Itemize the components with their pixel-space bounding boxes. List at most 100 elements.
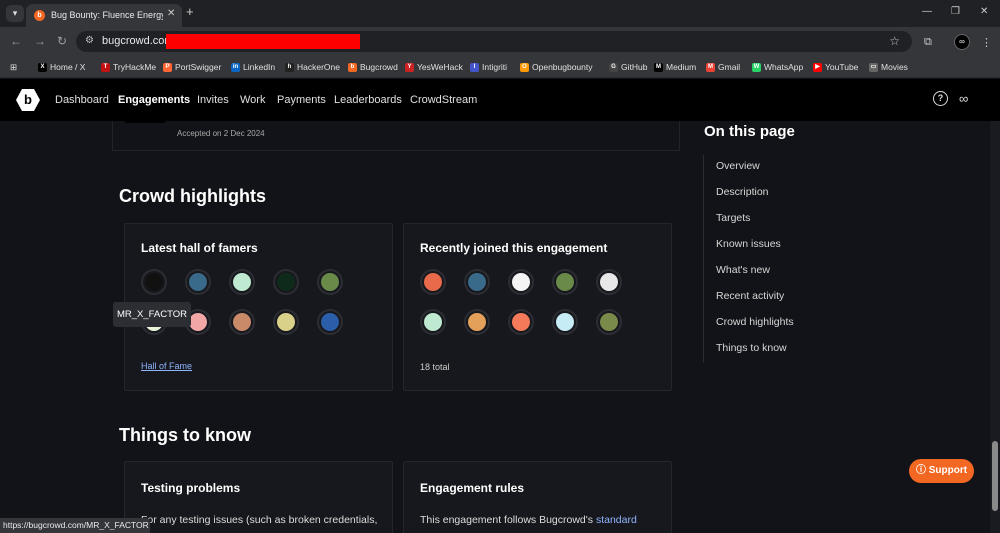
bookmark-youtube[interactable]: ▶ YouTube [813,60,858,74]
standard-link[interactable]: standard [596,514,637,526]
recent-joiner-avatar[interactable] [508,269,534,295]
bookmark-star-icon[interactable]: ☆ [889,34,900,48]
scrollbar-thumb[interactable] [992,441,998,511]
extensions-icon[interactable]: ⧉ [924,36,932,49]
bookmark-openbugbounty[interactable]: O Openbugbounty [520,60,593,74]
bookmark-label: YouTube [825,62,859,72]
recent-joiner-avatar[interactable] [596,269,622,295]
hall-of-famer-avatar[interactable] [185,269,211,295]
back-icon[interactable]: ← [10,34,22,48]
tab-search-button[interactable]: ▾ [6,5,24,22]
hall-of-famer-avatar[interactable] [229,309,255,335]
bookmark-favicon-icon: W [752,62,761,72]
support-label: Support [928,465,968,476]
nav-invites[interactable]: Invites [197,94,229,106]
things-to-know-heading: Things to know [119,425,251,445]
hall-of-famer-avatar[interactable] [141,269,167,295]
bookmark-yeswehack[interactable]: Y YesWeHack [405,60,463,74]
bookmark-label: YesWeHack [417,62,463,72]
bookmark-favicon-icon: M [706,62,715,72]
avatar-image [233,273,251,291]
bookmark-label: Home / X [50,62,86,72]
nav-dashboard[interactable]: Dashboard [55,94,109,106]
restore-icon[interactable]: ❐ [951,6,960,17]
bookmarks-bar: ⊞ X Home / X T TryHackMe P PortSwigger in Linke… [0,56,1000,78]
support-button[interactable]: ⓘ Support [909,459,974,483]
bookmark-label: GitHub [621,62,648,72]
new-tab-button[interactable]: + [186,4,194,19]
recent-joiner-avatar[interactable] [508,309,534,335]
hall-of-famer-avatar[interactable] [273,269,299,295]
browser-tab[interactable]: b Bug Bounty: Fluence Energy Co ✕ [26,4,182,27]
toc-item-recent-activity[interactable]: Recent activity [704,285,853,311]
avatar-image [512,273,530,291]
nav-crowdstream[interactable]: CrowdStream [410,94,477,106]
recent-joiner-avatar[interactable] [552,269,578,295]
testing-problems-text: For any testing issues (such as broken c… [141,514,378,526]
bookmark-favicon-icon: h [285,62,294,72]
forward-icon[interactable]: → [34,34,46,48]
toc-item-what-s-new[interactable]: What's new [704,259,853,285]
bookmark-home-x[interactable]: X Home / X [38,60,85,74]
help-icon[interactable]: ? [933,91,948,106]
profile-avatar[interactable]: ∞ [954,34,970,50]
bookmark-portswigger[interactable]: P PortSwigger [163,60,221,74]
close-window-icon[interactable]: ✕ [980,6,988,17]
minimize-icon[interactable]: — [922,6,932,17]
toc-item-overview[interactable]: Overview [704,155,853,181]
close-tab-icon[interactable]: ✕ [167,8,175,19]
apps-icon[interactable]: ⊞ [10,60,17,74]
bookmark-hackerone[interactable]: h HackerOne [285,60,340,74]
bookmark-gmail[interactable]: M Gmail [706,60,740,74]
bugcrowd-logo-icon[interactable]: b [16,89,40,111]
toc-item-targets[interactable]: Targets [704,207,853,233]
recent-joiner-avatar[interactable] [420,269,446,295]
bookmark-favicon-icon: b [348,62,357,72]
bugcrowd-favicon-icon: b [34,10,45,21]
nav-payments[interactable]: Payments [277,94,326,106]
testing-problems-title: Testing problems [141,481,241,495]
site-header: b Dashboard Engagements Invites Work Pay… [0,79,1000,121]
nav-work[interactable]: Work [240,94,265,106]
recent-joiner-avatar[interactable] [420,309,446,335]
bookmark-label: LinkedIn [243,62,276,72]
hall-of-famer-avatar[interactable] [317,309,343,335]
reload-icon[interactable]: ↻ [57,34,67,48]
bookmark-intigriti[interactable]: I Intigriti [470,60,507,74]
recent-joiner-avatar[interactable] [596,309,622,335]
recent-joiner-avatar[interactable] [464,269,490,295]
hall-of-famer-avatar[interactable] [229,269,255,295]
bookmark-movies[interactable]: ▭ Movies [869,60,908,74]
toc-item-things-to-know[interactable]: Things to know [704,337,853,363]
recent-joiner-avatar[interactable] [552,309,578,335]
toc-item-crowd-highlights[interactable]: Crowd highlights [704,311,853,337]
toc-item-known-issues[interactable]: Known issues [704,233,853,259]
bookmark-medium[interactable]: M Medium [654,60,696,74]
bookmark-github[interactable]: G GitHub [609,60,647,74]
toc-item-description[interactable]: Description [704,181,853,207]
nav-leaderboards[interactable]: Leaderboards [334,94,402,106]
avatar-tooltip: MR_X_FACTOR [113,302,191,327]
bookmark-favicon-icon: P [163,62,172,72]
recent-joiner-avatar[interactable] [464,309,490,335]
bookmark-tryhackme[interactable]: T TryHackMe [101,60,156,74]
hall-of-fame-link[interactable]: Hall of Fame [141,361,192,371]
site-info-icon[interactable]: ⚙ [85,35,94,46]
support-help-icon: ⓘ [915,465,926,476]
avatar-image [600,273,618,291]
hall-of-famer-avatar[interactable] [317,269,343,295]
accepted-date: Accepted on 2 Dec 2024 [177,129,265,138]
avatar-image [233,313,251,331]
bookmark-whatsapp[interactable]: W WhatsApp [752,60,803,74]
bookmark-linkedin[interactable]: in LinkedIn [231,60,275,74]
user-menu-icon[interactable]: ∞ [959,91,968,106]
bookmark-bugcrowd[interactable]: b Bugcrowd [348,60,398,74]
address-bar[interactable]: ⚙ bugcrowd.com/ ☆ [76,31,912,52]
menu-icon[interactable]: ⋮ [981,36,992,49]
engagement-rules-text: This engagement follows Bugcrowd's stand… [420,514,637,526]
engagement-rules-sentence: This engagement follows Bugcrowd's [420,514,594,526]
hall-of-famer-avatar[interactable] [273,309,299,335]
nav-engagements[interactable]: Engagements [118,94,190,106]
engagement-rules-title: Engagement rules [420,481,525,495]
avatar-image [512,313,530,331]
